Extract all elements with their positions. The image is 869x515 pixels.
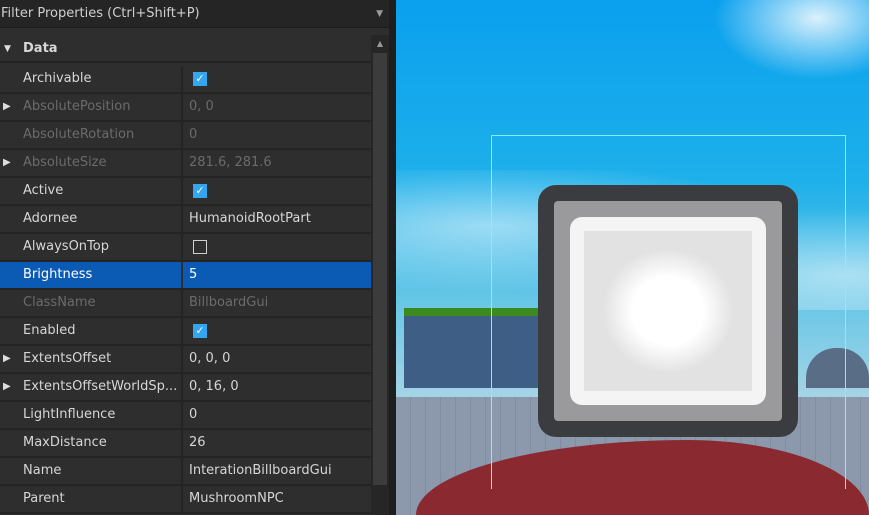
properties-panel: Filter Properties (Ctrl+Shift+P) ▼ ▼ Dat… (0, 0, 389, 515)
property-value[interactable]: 26 (181, 430, 371, 456)
sky-sun-glow (696, 0, 869, 90)
property-value: ✓ (181, 178, 371, 204)
property-row-alwaysontop[interactable]: AlwaysOnTop (0, 234, 371, 262)
collapse-triangle-icon[interactable]: ▼ (4, 35, 11, 63)
property-row-maxdistance[interactable]: MaxDistance 26 (0, 430, 371, 458)
property-value: ✓ (181, 66, 371, 92)
property-name: LightInfluence (23, 407, 116, 422)
property-value[interactable]: HumanoidRootPart (181, 206, 371, 232)
property-row-archivable[interactable]: Archivable ✓ (0, 66, 371, 94)
property-value: 0 (181, 122, 371, 148)
property-row-lightinfluence[interactable]: LightInfluence 0 (0, 402, 371, 430)
property-row-extentsoffsetworldsp[interactable]: ▶ ExtentsOffsetWorldSp... 0, 16, 0 (0, 374, 371, 402)
expand-triangle-icon[interactable]: ▶ (3, 150, 11, 176)
property-row-enabled[interactable]: Enabled ✓ (0, 318, 371, 346)
property-grid: ▼ Data Archivable ✓ ▶ AbsolutePosition 0, 0A… (0, 35, 371, 515)
filter-properties-input[interactable]: Filter Properties (Ctrl+Shift+P) ▼ (0, 0, 389, 28)
property-value[interactable]: InterationBillboardGui (181, 458, 371, 484)
property-name: Archivable (23, 71, 92, 86)
property-name: Active (23, 183, 64, 198)
property-value[interactable]: 0 (181, 402, 371, 428)
property-name: Brightness (23, 267, 93, 282)
property-value[interactable]: MushroomNPC (181, 486, 371, 512)
property-name: ExtentsOffsetWorldSp... (23, 379, 178, 394)
property-value: 281.6, 281.6 (181, 150, 371, 176)
property-name: Name (23, 463, 62, 478)
property-name: AbsoluteSize (23, 155, 107, 170)
checkbox-checked[interactable]: ✓ (193, 324, 207, 338)
scrollbar-thumb[interactable] (373, 53, 387, 485)
3d-viewport[interactable] (396, 0, 869, 515)
property-row-name[interactable]: Name InterationBillboardGui (0, 458, 371, 486)
property-value: ✓ (181, 318, 371, 344)
chevron-down-icon[interactable]: ▼ (376, 0, 383, 28)
property-value[interactable]: 0, 16, 0 (181, 374, 371, 400)
property-value[interactable]: 5 (181, 262, 371, 288)
property-row-classname[interactable]: ClassName BillboardGui (0, 290, 371, 318)
billboard-glow-panel (570, 217, 766, 405)
property-name: Parent (23, 491, 65, 506)
property-row-brightness[interactable]: Brightness 5 (0, 262, 371, 290)
property-value: 0, 0 (181, 94, 371, 120)
checkbox-checked[interactable]: ✓ (193, 72, 207, 86)
property-row-active[interactable]: Active ✓ (0, 178, 371, 206)
property-value: BillboardGui (181, 290, 371, 316)
property-name: Enabled (23, 323, 76, 338)
expand-triangle-icon[interactable]: ▶ (3, 94, 11, 120)
expand-triangle-icon[interactable]: ▶ (3, 346, 11, 372)
property-row-parent[interactable]: Parent MushroomNPC (0, 486, 371, 514)
property-name: AbsolutePosition (23, 99, 131, 114)
section-data[interactable]: ▼ Data (0, 35, 371, 63)
property-value[interactable]: 0, 0, 0 (181, 346, 371, 372)
property-row-absolutesize[interactable]: ▶ AbsoluteSize 281.6, 281.6 (0, 150, 371, 178)
property-value (181, 234, 371, 260)
property-row-absoluterotation[interactable]: AbsoluteRotation 0 (0, 122, 371, 150)
checkbox-unchecked[interactable] (193, 240, 207, 254)
property-name: ExtentsOffset (23, 351, 112, 366)
property-name: AbsoluteRotation (23, 127, 135, 142)
scrollbar[interactable]: ▲ (371, 35, 389, 515)
scroll-up-icon[interactable]: ▲ (371, 35, 389, 52)
filter-placeholder: Filter Properties (Ctrl+Shift+P) (1, 6, 200, 21)
property-row-extentsoffset[interactable]: ▶ ExtentsOffset 0, 0, 0 (0, 346, 371, 374)
property-row-adornee[interactable]: Adornee HumanoidRootPart (0, 206, 371, 234)
checkbox-checked[interactable]: ✓ (193, 184, 207, 198)
expand-triangle-icon[interactable]: ▶ (3, 374, 11, 400)
property-name: ClassName (23, 295, 96, 310)
billboard-inner-frame (554, 201, 782, 421)
property-rows: Archivable ✓ ▶ AbsolutePosition 0, 0 Absolute… (0, 66, 371, 514)
property-row-absoluteposition[interactable]: ▶ AbsolutePosition 0, 0 (0, 94, 371, 122)
property-name: Adornee (23, 211, 78, 226)
billboard-gui-frame[interactable] (538, 185, 798, 437)
property-name: MaxDistance (23, 435, 107, 450)
property-name: AlwaysOnTop (23, 239, 109, 254)
section-label: Data (23, 41, 58, 56)
